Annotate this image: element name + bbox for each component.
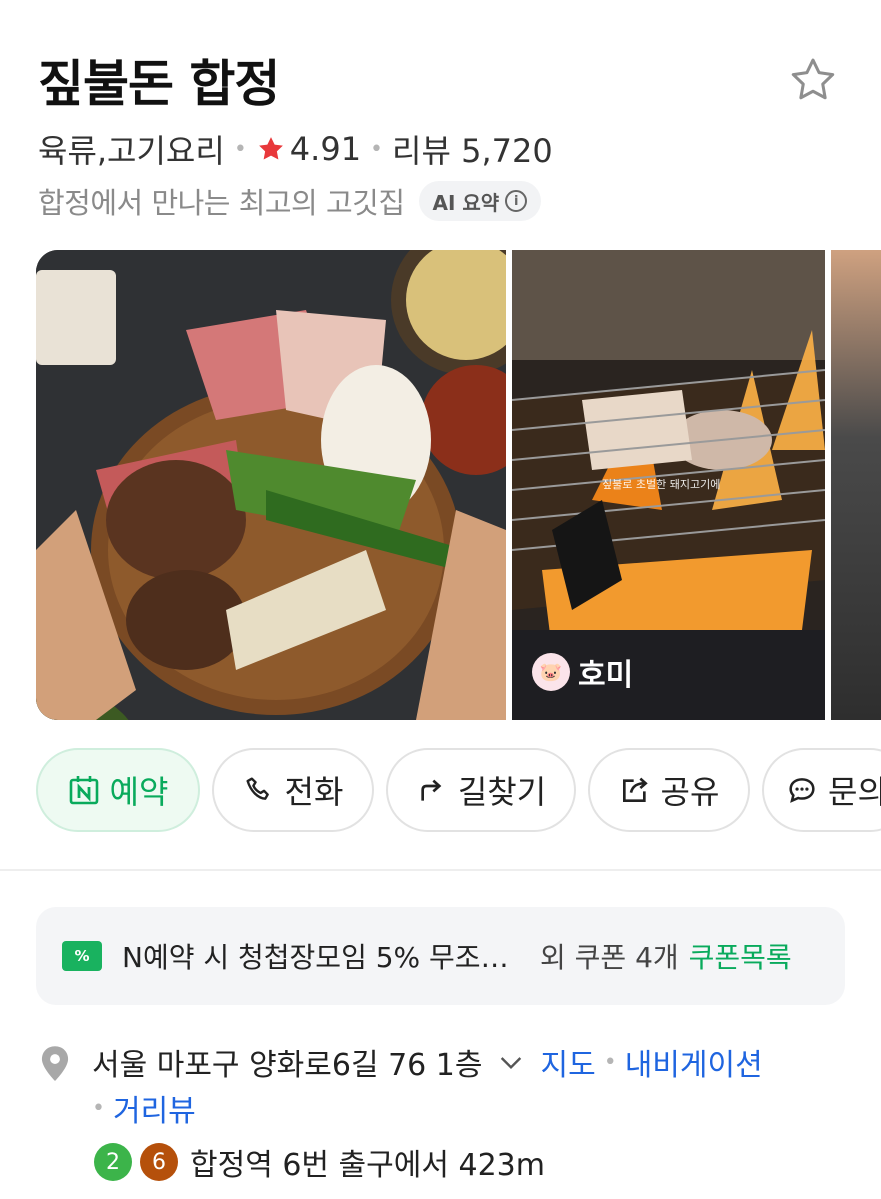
call-label: 전화: [284, 773, 344, 811]
inquiry-label: 문의: [828, 773, 881, 811]
chat-bubble-icon: [786, 774, 818, 806]
share-icon: [619, 774, 651, 806]
info-icon: i: [505, 190, 528, 212]
rating-value: 4.91: [289, 130, 362, 168]
coupon-list-link[interactable]: 쿠폰목록: [689, 936, 792, 976]
navigation-link[interactable]: 내비게이션: [625, 1040, 763, 1084]
ai-summary-label: AI 요약: [432, 190, 500, 215]
uploader-tag: 🐷 호미: [532, 650, 633, 694]
gallery-photo-meat-platter[interactable]: [36, 250, 506, 720]
directions-icon: [416, 774, 448, 806]
coupon-icon: %: [62, 941, 102, 971]
separator-dot: •: [233, 136, 247, 162]
subway-line-badge: 6: [140, 1143, 178, 1181]
section-divider: [0, 869, 881, 871]
action-button-row: 예약 전화 길찾기 공유 문의: [36, 748, 881, 832]
subway-directions-text: 합정역 6번 출구에서 423m: [190, 1148, 545, 1183]
coupon-banner[interactable]: % N예약 시 청첩장모임 5% 무조… 외 쿠폰 4개 쿠폰목록: [36, 907, 845, 1005]
gallery-photo-partial[interactable]: [831, 250, 881, 720]
address-row-2: • 거리뷰: [92, 1086, 196, 1130]
directions-button[interactable]: 길찾기: [386, 748, 576, 832]
place-meta: 육류,고기요리 • 4.91 • 리뷰 5,720: [38, 126, 553, 172]
uploader-avatar: 🐷: [532, 653, 570, 691]
ai-summary-chip[interactable]: AI 요약 i: [418, 181, 542, 221]
gallery-photo-grill-video[interactable]: 짚불로 초벌한 돼지고기에 🐷 호미: [512, 250, 825, 720]
street-view-link[interactable]: 거리뷰: [113, 1086, 196, 1130]
inquiry-button[interactable]: 문의: [762, 748, 881, 832]
call-button[interactable]: 전화: [212, 748, 374, 832]
separator-dot: •: [370, 136, 384, 162]
reserve-button[interactable]: 예약: [36, 748, 200, 832]
description-row: 합정에서 만나는 최고의 고깃집 AI 요약 i: [38, 180, 542, 222]
map-link[interactable]: 지도: [541, 1040, 596, 1084]
reserve-label: 예약: [109, 773, 169, 811]
favorite-button[interactable]: [785, 52, 841, 108]
uploader-name: 호미: [578, 658, 634, 693]
separator-dot: •: [603, 1049, 617, 1075]
subway-line-badge: 2: [94, 1143, 132, 1181]
separator-dot: •: [92, 1095, 105, 1121]
directions-label: 길찾기: [457, 773, 547, 811]
coupon-text: N예약 시 청첩장모임 5% 무조…: [122, 941, 509, 974]
share-label: 공유: [660, 773, 720, 811]
review-count-link[interactable]: 리뷰 5,720: [392, 126, 553, 172]
coupon-extra: 외 쿠폰 4개: [540, 941, 679, 974]
subway-info: 2 6 합정역 6번 출구에서 423m: [94, 1140, 545, 1184]
address-row: 서울 마포구 양화로6길 76 1층 지도 • 내비게이션: [92, 1040, 763, 1084]
address-text: 서울 마포구 양화로6길 76 1층: [92, 1048, 483, 1083]
chevron-down-icon[interactable]: [495, 1046, 527, 1078]
share-button[interactable]: 공유: [588, 748, 750, 832]
place-title: 짚불돈 합정: [38, 55, 280, 113]
category-label: 육류,고기요리: [38, 132, 225, 170]
video-caption: 짚불로 초벌한 돼지고기에: [602, 478, 721, 491]
location-pin-icon: [36, 1044, 74, 1088]
phone-icon: [243, 774, 275, 806]
photo-gallery[interactable]: 짚불로 초벌한 돼지고기에 🐷 호미: [36, 250, 881, 720]
place-description: 합정에서 만나는 최고의 고깃집: [38, 186, 405, 220]
star-outline-icon: [791, 58, 835, 100]
naver-reservation-icon: [68, 774, 100, 806]
rating-star-icon: [256, 134, 286, 164]
